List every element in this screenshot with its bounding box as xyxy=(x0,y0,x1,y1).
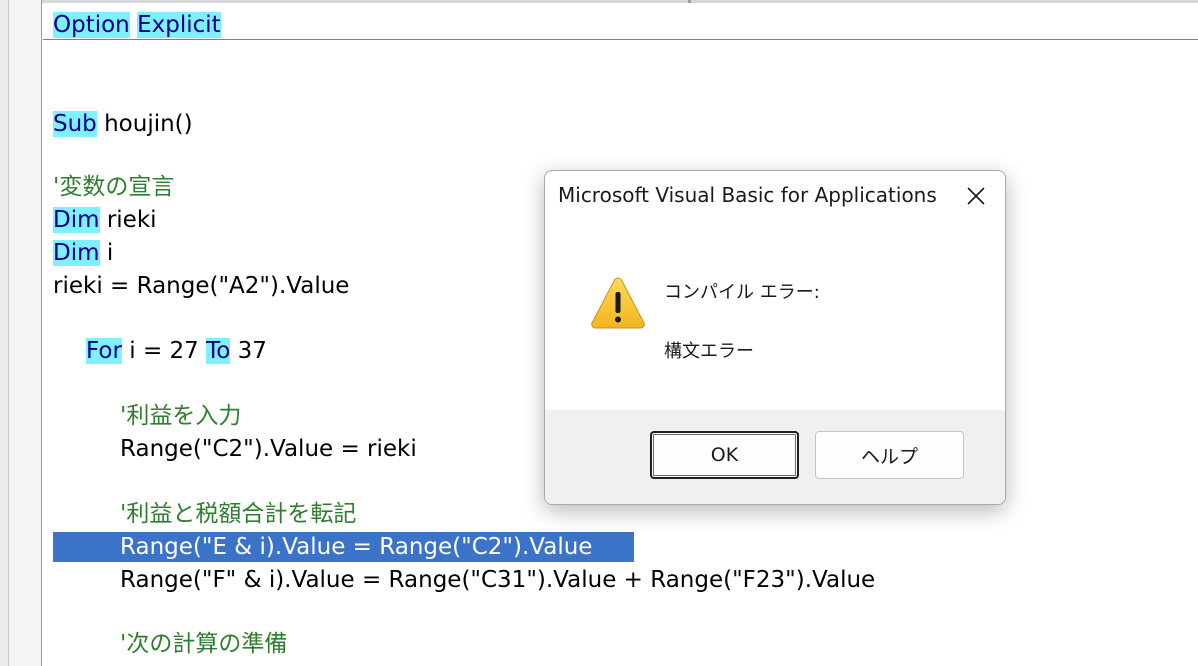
warning-icon xyxy=(591,277,645,329)
ok-button[interactable]: OK xyxy=(650,431,799,479)
editor-margin xyxy=(0,0,9,666)
dialog-title: Microsoft Visual Basic for Applications xyxy=(558,183,937,207)
code-line-option-explicit[interactable]: Option Explicit xyxy=(53,10,221,40)
code-line-range-c2[interactable]: Range("C2").Value = rieki xyxy=(120,434,417,464)
code-line-assign[interactable]: rieki = Range("A2").Value xyxy=(53,271,349,301)
close-button[interactable] xyxy=(961,181,991,211)
help-button[interactable]: ヘルプ xyxy=(815,431,964,479)
keyword: Dim xyxy=(53,240,100,266)
keyword: Option xyxy=(53,12,130,38)
keyword: Explicit xyxy=(137,12,221,38)
dialog-button-bar: OK ヘルプ xyxy=(545,410,1005,504)
code-line-comment[interactable]: '利益を入力 xyxy=(120,401,241,431)
code-text: houjin() xyxy=(96,111,193,137)
code-text: rieki xyxy=(99,207,157,233)
code-line-dim[interactable]: Dim i xyxy=(53,238,113,268)
code-text: i xyxy=(99,240,114,266)
code-text: i = 27 xyxy=(121,338,207,364)
code-line-comment[interactable]: '次の計算の準備 xyxy=(120,629,287,659)
keyword: Sub xyxy=(53,111,97,137)
code-line-sub[interactable]: Sub houjin() xyxy=(53,109,193,139)
close-icon xyxy=(967,187,985,205)
code-line-comment[interactable]: '変数の宣言 xyxy=(53,172,174,202)
keyword: For xyxy=(86,338,122,364)
error-heading: コンパイル エラー: xyxy=(664,282,820,303)
code-line-for[interactable]: For i = 27 To 37 xyxy=(86,336,267,366)
code-text: 37 xyxy=(230,338,267,364)
selected-error-line[interactable]: Range("E & i).Value = Range("C2").Value xyxy=(53,532,634,562)
editor-gutter[interactable] xyxy=(9,0,42,666)
code-line-dim[interactable]: Dim rieki xyxy=(53,205,157,235)
keyword: Dim xyxy=(53,207,100,233)
keyword: To xyxy=(206,338,231,364)
code-line-range-f[interactable]: Range("F" & i).Value = Range("C31").Valu… xyxy=(120,565,875,595)
code-line-comment[interactable]: '利益と税額合計を転記 xyxy=(120,499,356,529)
compile-error-dialog[interactable]: Microsoft Visual Basic for Applications … xyxy=(544,170,1006,505)
error-message: 構文エラー xyxy=(664,341,754,362)
